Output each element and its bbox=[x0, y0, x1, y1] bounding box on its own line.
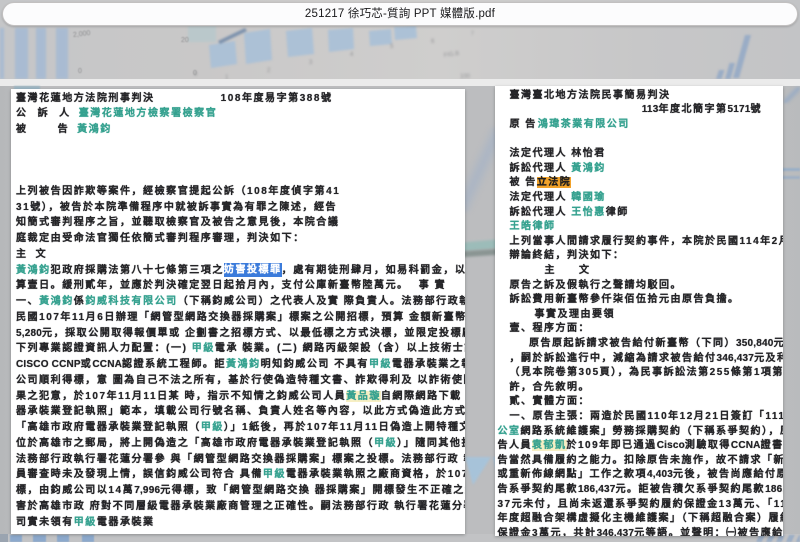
svg-text:7: 7 bbox=[471, 31, 474, 37]
svg-text:6: 6 bbox=[431, 39, 435, 45]
svg-text:5: 5 bbox=[390, 44, 394, 50]
svg-text:2: 2 bbox=[267, 68, 271, 74]
svg-text:3: 3 bbox=[309, 60, 313, 66]
svg-text:FIG.B: FIG.B bbox=[443, 51, 459, 59]
svg-text:4: 4 bbox=[350, 52, 354, 58]
